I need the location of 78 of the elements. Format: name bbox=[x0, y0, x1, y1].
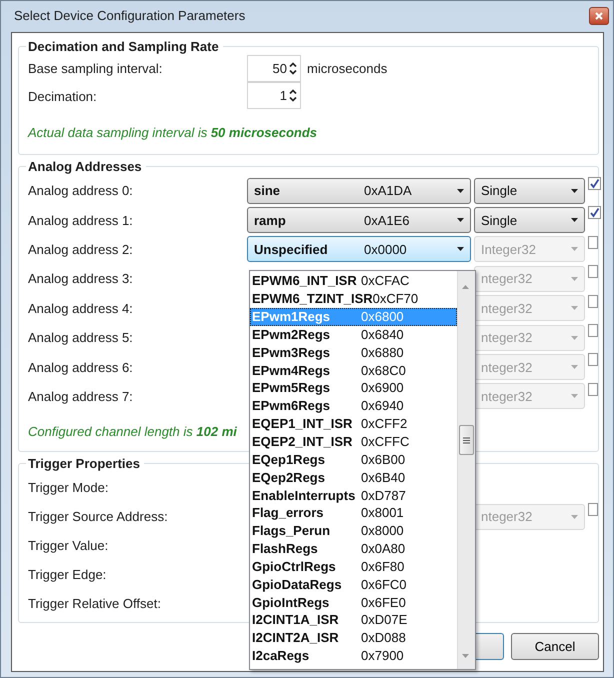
number-spinner[interactable]: 1 bbox=[247, 82, 301, 109]
caret-icon bbox=[571, 276, 578, 281]
type-dropdown[interactable]: Single bbox=[474, 178, 585, 204]
dropdown-option[interactable]: GpioCtrlRegs 0x6F80 bbox=[250, 558, 457, 576]
checkbox[interactable] bbox=[588, 206, 601, 220]
dropdown-option[interactable]: EPwm6Regs 0x6940 bbox=[250, 396, 457, 415]
checkbox[interactable] bbox=[588, 265, 598, 278]
caret-icon bbox=[571, 394, 578, 398]
field-label: Base sampling interval: bbox=[28, 60, 164, 76]
checkbox[interactable] bbox=[588, 236, 598, 249]
dropdown-option[interactable]: GpioDataRegs 0x6FC0 bbox=[250, 575, 457, 594]
field-label: Trigger Source Address: bbox=[28, 509, 169, 524]
caret-icon bbox=[571, 218, 578, 222]
dropdown-option[interactable]: GpioIntRegs 0x6FE0 bbox=[250, 593, 457, 612]
cancel-button[interactable]: Cancel bbox=[511, 633, 599, 660]
caret-icon bbox=[571, 306, 578, 310]
checkbox[interactable] bbox=[588, 353, 598, 366]
dropdown-option[interactable]: Flags_Perun 0x8000 bbox=[250, 522, 457, 540]
dropdown-option[interactable]: EPwm4Regs 0x68C0 bbox=[250, 361, 457, 380]
group-title: Trigger Properties bbox=[27, 456, 141, 472]
dropdown-option[interactable]: EQEP2_INT_ISR 0xCFFC bbox=[250, 432, 457, 450]
caret-icon bbox=[571, 188, 578, 193]
close-button[interactable] bbox=[589, 6, 609, 24]
dropdown-option[interactable]: I2caRegs 0x7900 bbox=[250, 646, 457, 665]
caret-icon bbox=[571, 365, 578, 370]
dropdown-option[interactable]: EnableInterrupts 0xD787 bbox=[250, 486, 457, 504]
field-label: Trigger Edge: bbox=[28, 567, 108, 582]
dropdown-option[interactable]: EPwm5Regs 0x6900 bbox=[250, 379, 457, 397]
field-label: Trigger Relative Offset: bbox=[28, 596, 162, 612]
caret-icon bbox=[457, 188, 464, 193]
group-title: Decimation and Sampling Rate bbox=[27, 39, 220, 54]
field-label: Analog address 1: bbox=[28, 212, 134, 228]
scrollbar[interactable] bbox=[457, 271, 475, 669]
caret-icon bbox=[571, 336, 578, 340]
dropdown-option[interactable]: EPwm2Regs 0x6840 bbox=[250, 326, 457, 344]
checkbox[interactable] bbox=[588, 294, 598, 308]
caret-icon bbox=[571, 247, 578, 252]
sampling-note: Actual data sampling interval is 50 microseconds bbox=[28, 124, 318, 140]
checkbox[interactable] bbox=[588, 382, 598, 396]
dropdown-option[interactable]: EQep1Regs 0x6B00 bbox=[250, 450, 457, 468]
close-icon bbox=[595, 12, 603, 20]
checkbox[interactable] bbox=[588, 503, 598, 516]
dropdown-option[interactable]: EQEP1_INT_ISR 0xCFF2 bbox=[250, 414, 457, 433]
field-label: Analog address 7: bbox=[28, 388, 134, 404]
dropdown-option[interactable]: EQep2Regs 0x6B40 bbox=[250, 468, 457, 486]
field-label: Trigger Mode: bbox=[28, 480, 110, 496]
unit-label: microseconds bbox=[307, 60, 388, 76]
address-dropdown[interactable]: ramp 0xA1E6 bbox=[247, 207, 471, 234]
field-label: Analog address 3: bbox=[28, 271, 134, 286]
address-dropdown[interactable]: Unspecified 0x0000 bbox=[247, 236, 471, 262]
scroll-thumb[interactable] bbox=[459, 425, 474, 455]
dropdown-option[interactable]: I2CINT1A_ISR 0xD07E bbox=[250, 611, 457, 629]
field-label: Analog address 0: bbox=[28, 183, 134, 198]
checkbox[interactable] bbox=[588, 324, 598, 337]
dropdown-option[interactable]: Flag_errors 0x8001 bbox=[250, 504, 457, 522]
field-label: Analog address 6: bbox=[28, 360, 134, 375]
dropdown-option[interactable]: I2CINT2A_ISR 0xD088 bbox=[250, 628, 457, 647]
group-title: Analog Addresses bbox=[27, 159, 143, 174]
channel-length-note: Configured channel length is 102 mi bbox=[28, 424, 237, 439]
dropdown-option[interactable]: FlashRegs 0x0A80 bbox=[250, 540, 457, 558]
address-dropdown[interactable]: sine 0xA1DA bbox=[247, 178, 471, 204]
field-label: Analog address 5: bbox=[28, 330, 134, 346]
caret-icon bbox=[571, 514, 578, 519]
field-label: Analog address 4: bbox=[28, 300, 134, 316]
number-spinner[interactable]: 50 bbox=[247, 54, 301, 82]
checkbox[interactable] bbox=[588, 177, 601, 190]
dropdown-option[interactable]: EPWM6_TZINT_ISR0xCF70 bbox=[250, 290, 457, 308]
caret-icon bbox=[457, 218, 464, 222]
scroll-down-icon bbox=[462, 654, 469, 658]
dropdown-option[interactable]: EPWM6_INT_ISR 0xCFAC bbox=[250, 272, 457, 290]
caret-icon bbox=[457, 247, 464, 252]
scroll-up-icon bbox=[462, 285, 469, 289]
field-label: Decimation: bbox=[28, 88, 98, 104]
dropdown-option[interactable]: EPwm3Regs 0x6880 bbox=[250, 343, 457, 362]
type-dropdown[interactable]: Single bbox=[474, 207, 585, 234]
field-label: Trigger Value: bbox=[28, 538, 110, 554]
window-title: Select Device Configuration Parameters bbox=[14, 8, 246, 23]
field-label: Analog address 2: bbox=[28, 242, 134, 257]
